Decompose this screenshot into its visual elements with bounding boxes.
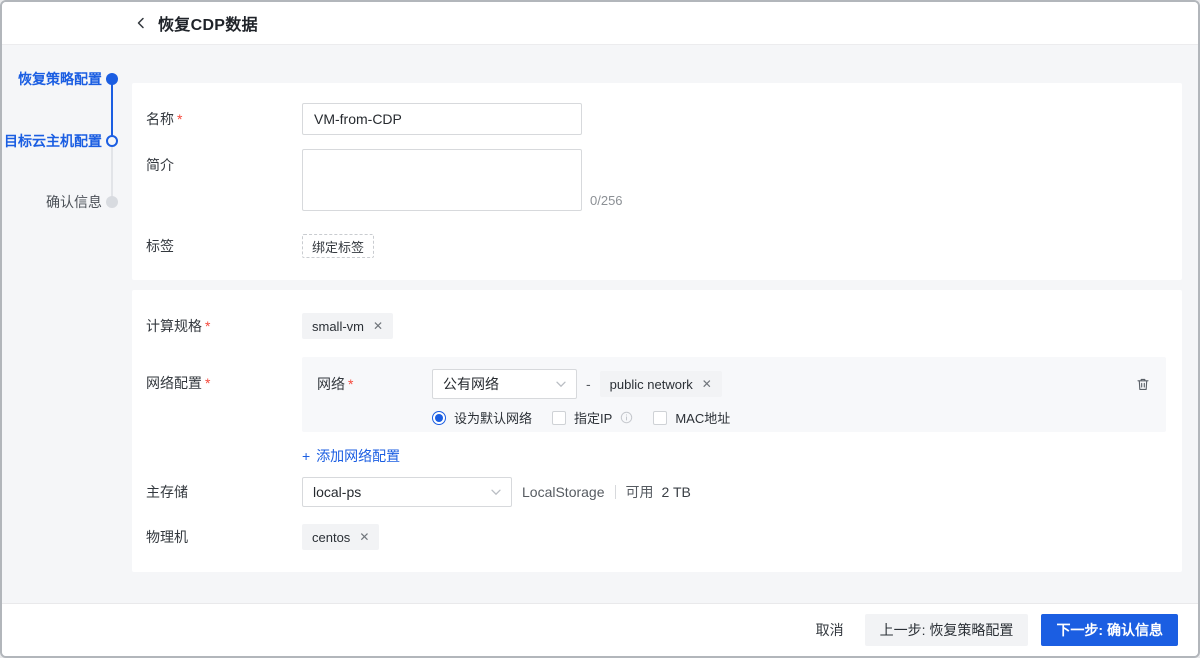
network-config-panel: 网络 * 公有网络 - public network ✕ 设为默认网络 指定IP… <box>302 357 1166 432</box>
step-dot-pending <box>106 196 118 208</box>
step-dot-current <box>106 135 118 147</box>
network-row-label: 网络 * <box>317 376 354 392</box>
restore-cdp-window: 恢复CDP数据 恢复策略配置 目标云主机配置 确认信息 名称 * VM-from… <box>0 0 1200 658</box>
chip-label: small-vm <box>312 318 364 334</box>
mac-address-option: MAC地址 <box>653 408 730 427</box>
storage-type-text: LocalStorage <box>522 484 605 500</box>
instance-offering-chip: small-vm ✕ <box>302 313 394 339</box>
close-icon[interactable]: ✕ <box>702 378 712 390</box>
add-network-link[interactable]: + 添加网络配置 <box>302 446 400 466</box>
instance-offering-label: 计算规格 * <box>146 318 211 334</box>
step-label[interactable]: 恢复策略配置 <box>18 72 102 86</box>
select-value: 公有网络 <box>443 376 499 392</box>
char-counter: 0/256 <box>590 193 623 208</box>
back-icon[interactable] <box>135 17 147 29</box>
next-step-button[interactable]: 下一步: 确认信息 <box>1041 614 1178 646</box>
footer-bar: 取消 上一步: 恢复策略配置 下一步: 确认信息 <box>2 603 1198 656</box>
bind-tag-button[interactable]: 绑定标签 <box>302 234 375 258</box>
step-label[interactable]: 目标云主机配置 <box>4 134 102 148</box>
required-mark: * <box>205 375 211 391</box>
host-chip: centos ✕ <box>302 524 380 550</box>
step-label: 确认信息 <box>46 194 102 210</box>
chip-label: public network <box>609 376 693 392</box>
storage-available-label: 可用 <box>625 484 654 500</box>
basic-info-card: 名称* 简介 0/256 标签 绑定标签 <box>132 83 1182 280</box>
page-header: 恢复CDP数据 <box>2 2 1198 45</box>
divider <box>614 485 616 499</box>
name-label: 名称 * <box>146 111 183 127</box>
page-title: 恢复CDP数据 <box>158 17 258 34</box>
default-network-option: 设为默认网络 <box>432 408 532 427</box>
add-network-label[interactable]: 添加网络配置 <box>316 446 400 466</box>
checkbox-label[interactable]: MAC地址 <box>675 408 730 427</box>
required-mark: * <box>205 318 211 334</box>
form-area: 名称* 简介 0/256 标签 绑定标签 计算规格* <box>132 45 1198 603</box>
trash-icon[interactable] <box>1136 377 1150 391</box>
checkbox-label[interactable]: 指定IP <box>574 408 612 427</box>
storage-info: LocalStorage 可用 2 TB <box>522 482 691 502</box>
host-label: 物理机 <box>146 529 188 545</box>
chevron-down-icon <box>491 489 501 495</box>
network-chip: public network ✕ <box>599 371 722 397</box>
step-target-vm-config[interactable]: 目标云主机配置 <box>2 134 132 148</box>
plus-icon: + <box>302 448 311 464</box>
name-input[interactable] <box>302 103 582 135</box>
step-recovery-policy[interactable]: 恢复策略配置 <box>2 72 132 86</box>
required-mark: * <box>348 376 354 392</box>
step-connector-pending <box>111 141 113 202</box>
wizard-steps: 恢复策略配置 目标云主机配置 确认信息 <box>2 45 132 603</box>
mac-address-checkbox[interactable] <box>653 410 668 425</box>
step-connector-active <box>111 79 113 141</box>
primary-storage-select[interactable]: local-ps <box>302 477 512 507</box>
chip-label: centos <box>312 529 351 545</box>
required-mark: * <box>177 111 183 127</box>
prev-step-button[interactable]: 上一步: 恢复策略配置 <box>864 614 1029 646</box>
tag-label: 标签 <box>146 238 174 254</box>
primary-storage-label: 主存储 <box>146 484 188 500</box>
network-config-label: 网络配置 * <box>146 375 211 391</box>
default-network-radio[interactable] <box>432 410 446 425</box>
chevron-down-icon <box>556 381 566 387</box>
select-value: local-ps <box>313 484 362 500</box>
description-textarea[interactable] <box>302 149 582 211</box>
info-icon[interactable] <box>620 411 633 424</box>
close-icon[interactable]: ✕ <box>359 531 369 543</box>
static-ip-option: 指定IP <box>552 408 633 427</box>
dash-separator: - <box>586 376 591 392</box>
storage-available-value: 2 TB <box>661 484 691 500</box>
target-config-card: 计算规格 * small-vm ✕ 网络配置 * 网络 * 公有网络 - pub… <box>132 290 1182 572</box>
step-dot-done <box>106 73 118 85</box>
description-label: 简介 <box>146 157 174 173</box>
radio-label[interactable]: 设为默认网络 <box>454 408 532 427</box>
l3-network-select[interactable]: 公有网络 <box>432 369 577 399</box>
step-confirm-info: 确认信息 <box>2 195 132 209</box>
close-icon[interactable]: ✕ <box>373 320 383 332</box>
static-ip-checkbox[interactable] <box>552 410 567 425</box>
cancel-button[interactable]: 取消 <box>808 614 852 646</box>
